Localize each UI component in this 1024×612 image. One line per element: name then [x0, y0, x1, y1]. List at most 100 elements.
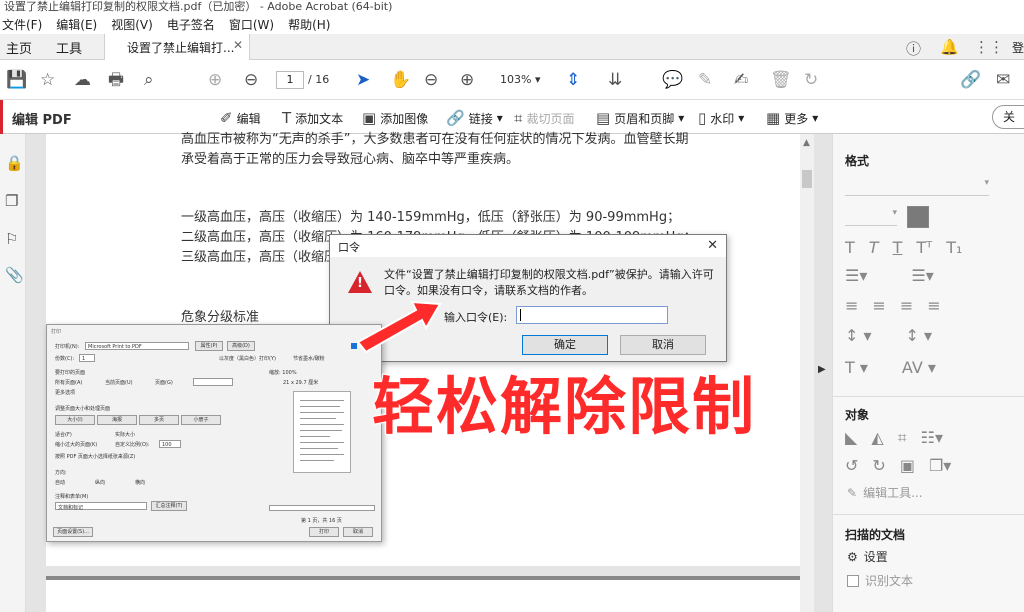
more-button[interactable]: ▦ 更多 ▾ — [766, 109, 818, 127]
group-icon[interactable]: ❐▾ — [929, 456, 951, 475]
page-down-icon[interactable]: ⊖ — [244, 70, 258, 90]
scroll-thumb[interactable] — [802, 170, 812, 188]
fit-option: 适合(F) — [55, 432, 72, 438]
page-up-icon[interactable]: ⊕ — [208, 70, 222, 90]
comment-icon[interactable]: 💬 — [662, 70, 683, 90]
flip-horizontal-icon[interactable]: ◭ — [871, 428, 883, 448]
settings-button[interactable]: ⚙ 设置 — [847, 548, 888, 565]
rotate-icon[interactable]: ↻ — [804, 70, 818, 90]
rotate-right-icon[interactable]: ↻ — [872, 456, 885, 475]
pages-icon[interactable]: ❐ — [5, 192, 18, 210]
zoom-level-select[interactable]: 103% ▾ — [492, 71, 548, 89]
tab-document[interactable]: 设置了禁止编辑打... ✕ — [104, 34, 250, 61]
pencil-icon: ✎ — [847, 485, 858, 500]
arrange-icon[interactable]: ☷▾ — [921, 428, 943, 448]
text-subscript-icon[interactable]: T₁ — [946, 238, 962, 257]
ok-button[interactable]: 确定 — [522, 335, 608, 355]
menu-esign[interactable]: 电子签名 — [167, 16, 215, 33]
bookmark-icon[interactable]: ⚐ — [5, 230, 18, 248]
print-icon[interactable]: 🖶 — [108, 70, 124, 90]
print-button: 打印 — [309, 527, 339, 537]
tab-home[interactable]: 主页 — [6, 38, 32, 57]
edit-tools-button[interactable]: ✎ 编辑工具... — [847, 484, 923, 501]
cancel-button[interactable]: 取消 — [620, 335, 706, 355]
watermark-button[interactable]: ▯ 水印 ▾ — [698, 109, 744, 127]
rotate-left-icon[interactable]: ↺ — [845, 456, 858, 475]
link-button[interactable]: 🔗 链接 ▾ — [446, 109, 503, 127]
hand-tool-icon[interactable]: ✋ — [390, 70, 411, 90]
save-icon[interactable]: 💾 — [6, 70, 27, 90]
close-edit-button[interactable]: 关 — [992, 105, 1024, 129]
apps-grid-icon[interactable]: ⋮⋮ — [974, 38, 1004, 56]
add-image-button[interactable]: ▣ 添加图像 — [362, 109, 428, 127]
cloud-upload-icon[interactable]: ☁ — [74, 70, 91, 90]
font-color-swatch[interactable] — [907, 206, 929, 228]
panel-collapse-icon[interactable]: ▶ — [818, 364, 826, 375]
link-share-icon[interactable]: 🔗 — [960, 70, 981, 90]
text-normal-icon[interactable]: T — [845, 238, 855, 257]
text-underline-icon[interactable]: T — [893, 238, 903, 257]
bullet-list-icon[interactable]: ☰▾ — [845, 266, 867, 285]
font-family-select[interactable]: ▾ — [845, 178, 989, 196]
vertical-scrollbar[interactable]: ▲ — [800, 134, 814, 612]
left-rail: 🔒 ❐ ⚐ 📎 — [0, 134, 26, 612]
align-left-icon[interactable]: ≡ — [845, 296, 858, 315]
text-italic-icon[interactable]: T — [869, 238, 879, 257]
horizontal-scale-icon[interactable]: T ▾ — [845, 358, 868, 377]
login-button[interactable]: 登 — [1012, 39, 1024, 56]
highlight-pen-icon[interactable]: ✎ — [698, 70, 712, 90]
search-icon[interactable]: ⌕ — [144, 70, 154, 90]
font-size-select[interactable]: ▾ — [845, 208, 897, 226]
zoom-in-icon[interactable]: ⊕ — [460, 70, 474, 90]
bookmark-star-icon[interactable]: ☆ — [40, 70, 55, 90]
paragraph-spacing-icon[interactable]: ↕ ▾ — [906, 326, 933, 345]
menu-file[interactable]: 文件(F) — [2, 16, 42, 33]
recognize-text-checkbox[interactable]: 识别文本 — [847, 572, 913, 589]
close-icon[interactable]: ✕ — [707, 238, 718, 253]
zoom-out-icon[interactable]: ⊖ — [424, 70, 438, 90]
properties-button: 属性(P) — [195, 341, 223, 351]
advanced-button: 高级(D) — [227, 341, 255, 351]
crop-object-icon[interactable]: ⌗ — [898, 428, 907, 448]
char-spacing-icon[interactable]: AV ▾ — [902, 358, 936, 377]
lock-icon[interactable]: 🔒 — [5, 154, 24, 172]
align-justify-icon[interactable]: ≡ — [927, 296, 940, 315]
attachment-icon[interactable]: 📎 — [5, 266, 24, 284]
print-preview — [293, 391, 351, 473]
choose-paper-option: 按照 PDF 页面大小选择纸张来源(Z) — [55, 454, 136, 460]
menu-window[interactable]: 窗口(W) — [229, 16, 274, 33]
mail-icon[interactable]: ✉ — [996, 70, 1010, 90]
page-fit-icon[interactable]: ⇕ — [566, 70, 580, 90]
menu-view[interactable]: 视图(V) — [111, 16, 153, 33]
help-icon[interactable]: ⓘ — [906, 38, 921, 59]
landscape-option: 横向 — [135, 480, 146, 486]
align-right-icon[interactable]: ≡ — [900, 296, 913, 315]
text-superscript-icon[interactable]: Tᵀ — [916, 238, 932, 257]
bell-icon[interactable]: 🔔 — [940, 38, 959, 56]
menu-edit[interactable]: 编辑(E) — [56, 16, 97, 33]
menu-help[interactable]: 帮助(H) — [288, 16, 330, 33]
all-pages-option: 所有页面(A) — [55, 380, 83, 386]
tab-tools[interactable]: 工具 — [56, 38, 82, 57]
page-total: / 16 — [308, 73, 330, 86]
header-footer-button[interactable]: ▤ 页眉和页脚 ▾ — [596, 109, 684, 127]
numbered-list-icon[interactable]: ☰▾ — [911, 266, 933, 285]
select-cursor-icon[interactable]: ➤ — [356, 70, 370, 90]
line-spacing-icon[interactable]: ↕ ▾ — [845, 326, 872, 345]
crop-page-button[interactable]: ⌗ 裁切页面 — [514, 109, 574, 127]
password-input[interactable] — [516, 306, 668, 324]
sign-icon[interactable]: ✍ — [734, 70, 748, 90]
align-center-icon[interactable]: ≡ — [872, 296, 885, 315]
custom-scale-option: 自定义比例(O): — [115, 442, 150, 448]
scroll-mode-icon[interactable]: ⇊ — [608, 70, 622, 90]
close-icon[interactable]: ✕ — [233, 38, 243, 52]
scroll-up-icon[interactable]: ▲ — [803, 138, 810, 148]
trash-icon[interactable]: 🗑 — [770, 70, 792, 90]
page-number-input[interactable]: 1 — [276, 71, 304, 89]
edit-button[interactable]: ✐ 编辑 — [220, 109, 261, 127]
replace-image-icon[interactable]: ▣ — [900, 456, 915, 475]
zoom-level: 103% — [500, 73, 532, 86]
print-dialog-image: 打印 打印机(N): Microsoft Print to PDF 属性(P) … — [46, 324, 382, 542]
add-text-button[interactable]: T 添加文本 — [282, 109, 343, 127]
flip-vertical-icon[interactable]: ◣ — [845, 428, 857, 448]
